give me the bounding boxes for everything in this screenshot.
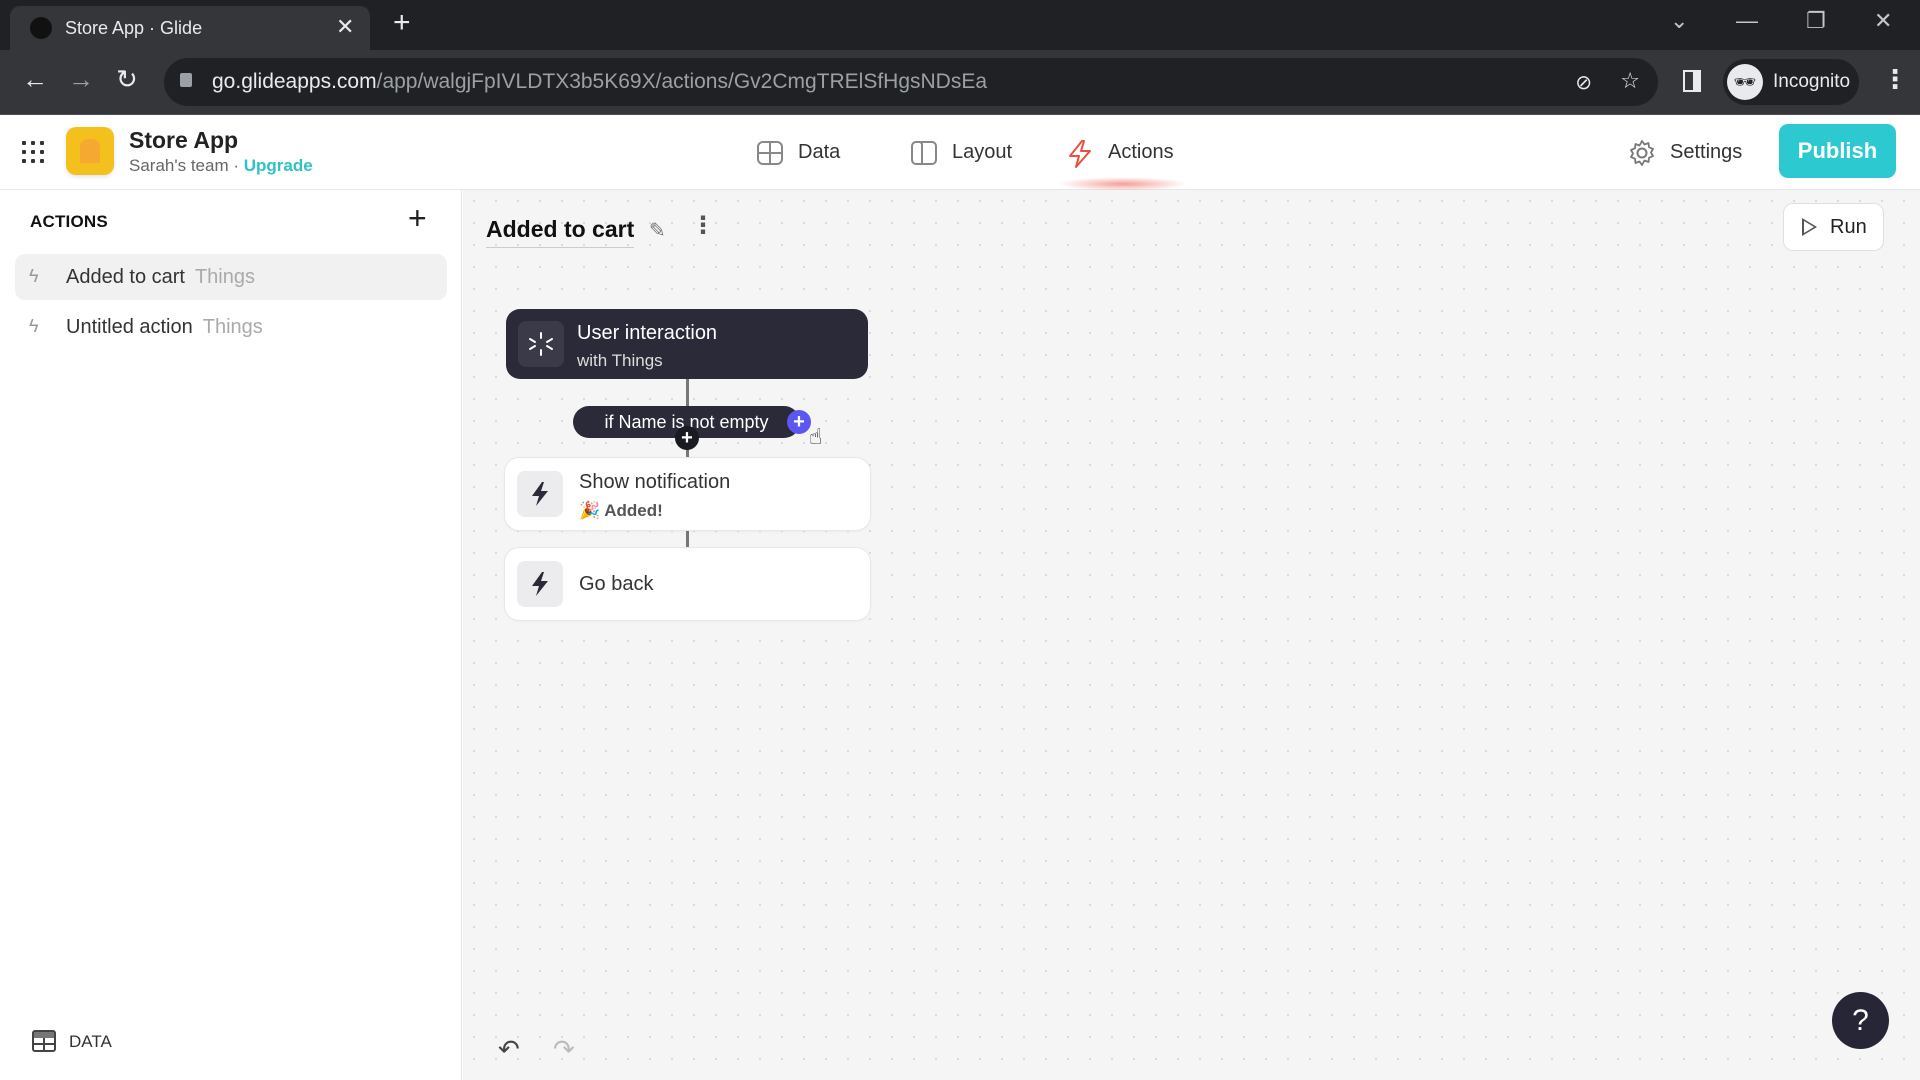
settings-label: Settings bbox=[1670, 141, 1743, 163]
step-title: Show notification bbox=[579, 471, 731, 493]
actions-sidebar: ACTIONS + ϟ Added to cart Things ϟ Untitl… bbox=[0, 190, 462, 1080]
nav-tab-label: Actions bbox=[1108, 141, 1174, 163]
workflow-icon: ϟ bbox=[29, 316, 39, 336]
nav-tab-label: Layout bbox=[952, 141, 1013, 163]
step-show-notification[interactable]: Show notification 🎉 Added! bbox=[505, 458, 870, 530]
close-window-button[interactable]: ✕ bbox=[1874, 8, 1892, 34]
step-go-back[interactable]: Go back bbox=[505, 548, 870, 620]
run-label: Run bbox=[1830, 216, 1867, 238]
gear-icon bbox=[1630, 140, 1654, 166]
add-branch-button[interactable]: + bbox=[787, 410, 811, 434]
sidebar-item-untitled-action[interactable]: ϟ Untitled action Things bbox=[15, 304, 447, 350]
lock-icon bbox=[180, 73, 192, 87]
flow-connector bbox=[686, 530, 689, 548]
data-footer-label: DATA bbox=[69, 1032, 112, 1051]
browser-tab-bar: Store App · Glide ✕ + ⌄ — ❐ ✕ bbox=[0, 0, 1920, 50]
sparkle-icon bbox=[518, 321, 564, 367]
lightning-icon bbox=[1069, 140, 1091, 168]
trigger-title: User interaction bbox=[577, 322, 718, 344]
sidebar-title: ACTIONS bbox=[30, 212, 108, 231]
action-name: Untitled action Things bbox=[66, 316, 263, 338]
tab-title: Store App · Glide bbox=[65, 18, 203, 38]
table-icon bbox=[757, 141, 783, 165]
glide-favicon-icon bbox=[30, 17, 52, 39]
flow-title[interactable]: Added to cart bbox=[486, 216, 635, 248]
action-name: Added to cart Things bbox=[66, 266, 255, 288]
tab-search-icon[interactable]: ⌄ bbox=[1670, 8, 1688, 34]
undo-icon[interactable]: ↶ bbox=[498, 1034, 520, 1065]
active-tab-indicator bbox=[1058, 177, 1188, 191]
incognito-profile-button[interactable]: 🕶 Incognito bbox=[1723, 59, 1859, 105]
browser-toolbar: ← → ↻ go.glideapps.com/app/walgjFpIVLDTX… bbox=[0, 50, 1920, 115]
play-icon bbox=[1802, 218, 1817, 236]
reload-button[interactable]: ↻ bbox=[116, 64, 138, 95]
new-tab-button[interactable]: + bbox=[393, 8, 411, 38]
nav-tab-label: Data bbox=[798, 141, 841, 163]
app-team: Sarah's team · Upgrade bbox=[129, 156, 313, 175]
app-name: Store App bbox=[129, 127, 239, 153]
workflow-canvas[interactable]: Added to cart ✎ ⋮ Run User interaction w… bbox=[463, 190, 1920, 1080]
forward-button[interactable]: → bbox=[68, 64, 94, 95]
run-button[interactable]: Run bbox=[1783, 203, 1884, 251]
action-table: Things bbox=[194, 266, 255, 288]
trigger-subtitle: with Things bbox=[577, 351, 663, 370]
pencil-icon[interactable]: ✎ bbox=[649, 218, 666, 243]
step-subtitle: 🎉 Added! bbox=[579, 501, 663, 520]
lightning-icon bbox=[517, 561, 563, 607]
eye-off-icon[interactable]: ⊘ bbox=[1575, 70, 1592, 95]
help-button[interactable]: ? bbox=[1832, 992, 1889, 1049]
trigger-node[interactable]: User interaction with Things bbox=[506, 309, 868, 379]
profile-label: Incognito bbox=[1773, 71, 1851, 92]
back-button[interactable]: ← bbox=[22, 64, 48, 95]
bookmark-star-icon[interactable]: ☆ bbox=[1620, 68, 1640, 94]
action-table: Things bbox=[202, 316, 263, 338]
publish-button[interactable]: Publish bbox=[1779, 124, 1896, 178]
minimize-button[interactable]: — bbox=[1736, 8, 1758, 34]
close-tab-icon[interactable]: ✕ bbox=[336, 14, 354, 40]
layout-icon bbox=[911, 141, 937, 165]
table-icon bbox=[32, 1030, 56, 1052]
address-bar[interactable]: go.glideapps.com/app/walgjFpIVLDTX3b5K69… bbox=[164, 58, 1658, 106]
lightning-icon bbox=[517, 471, 563, 517]
more-options-icon[interactable]: ⋮ bbox=[691, 214, 715, 238]
step-title: Go back bbox=[579, 573, 654, 595]
team-name: Sarah's team bbox=[129, 156, 229, 175]
app-grid-icon[interactable] bbox=[22, 141, 44, 163]
party-popper-icon: 🎉 bbox=[579, 501, 601, 520]
redo-icon[interactable]: ↷ bbox=[553, 1034, 575, 1065]
app-header: Store App Sarah's team · Upgrade Data La… bbox=[0, 115, 1920, 191]
upgrade-link[interactable]: Upgrade bbox=[244, 156, 313, 175]
app-logo bbox=[66, 127, 114, 175]
flow-connector bbox=[686, 379, 689, 409]
incognito-icon: 🕶 bbox=[1727, 64, 1763, 100]
side-panel-icon[interactable] bbox=[1683, 70, 1701, 92]
workflow-icon: ϟ bbox=[29, 266, 39, 286]
hand-cursor-icon: ☝ bbox=[809, 424, 823, 449]
sidebar-item-added-to-cart[interactable]: ϟ Added to cart Things bbox=[15, 254, 447, 300]
url-text[interactable]: go.glideapps.com/app/walgjFpIVLDTX3b5K69… bbox=[212, 70, 987, 94]
browser-tab[interactable]: Store App · Glide ✕ bbox=[10, 6, 370, 50]
restore-button[interactable]: ❐ bbox=[1806, 8, 1826, 34]
add-action-button[interactable]: + bbox=[408, 200, 427, 237]
insert-step-button[interactable]: + bbox=[675, 426, 699, 450]
browser-menu-icon[interactable]: ⋮ bbox=[1882, 64, 1908, 95]
